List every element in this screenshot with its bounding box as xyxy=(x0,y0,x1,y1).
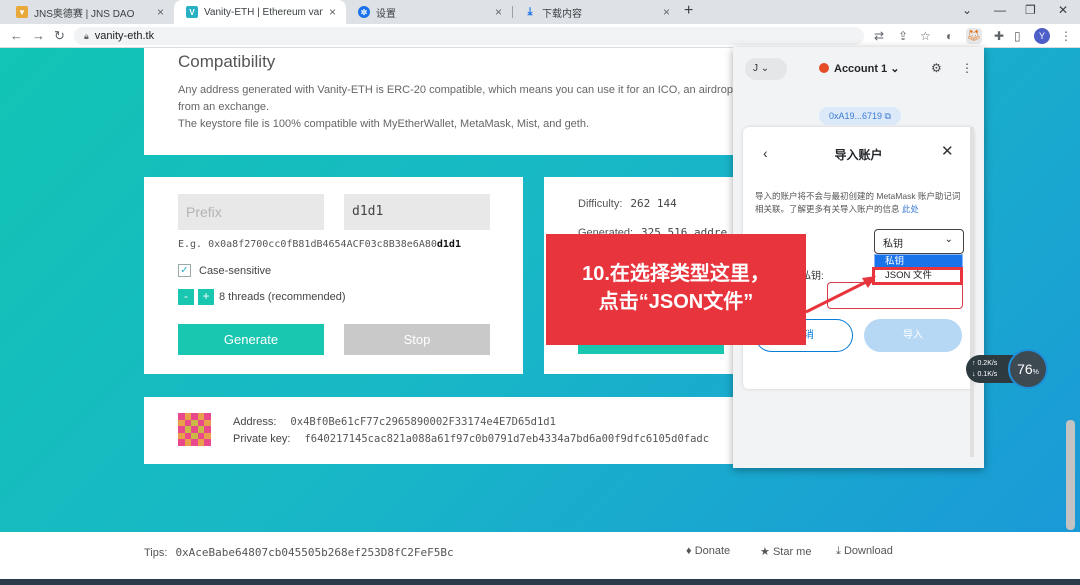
back-icon[interactable]: ← xyxy=(10,28,23,43)
side-panel-icon[interactable]: ▯ xyxy=(1014,29,1021,43)
star-link[interactable]: ★ Star me xyxy=(760,545,811,558)
close-window-icon[interactable]: ✕ xyxy=(1058,3,1068,17)
result-address: Address: 0x4Bf0Be61cF77c2965890002F33174e… xyxy=(233,416,556,428)
more-menu-icon[interactable]: ⋮ xyxy=(1060,29,1072,43)
download-icon: ⤓ xyxy=(527,5,533,18)
case-sensitive-label: Case-sensitive xyxy=(199,265,272,277)
memory-percent: 76% xyxy=(1008,349,1048,389)
tab-jns[interactable]: ▼ JNS奥德赛 | JNS DAO × xyxy=(4,0,174,24)
download-icon: ⤓ xyxy=(836,545,841,557)
avatar[interactable]: Y xyxy=(1034,28,1050,44)
footer: Tips: 0xAceBabe64807cb045505b268ef253D8fC… xyxy=(0,532,1080,579)
star-icon: ★ xyxy=(760,546,770,558)
generator-card: Prefix d1d1 E.g. 0x0a8f2700cc0fB81dB4654… xyxy=(144,177,523,374)
minimize-icon[interactable]: — xyxy=(994,3,1006,17)
close-icon[interactable]: × xyxy=(663,5,670,19)
generate-button[interactable]: Generate xyxy=(178,324,324,355)
download-link[interactable]: ⤓ Download xyxy=(836,545,893,558)
translate-icon[interactable]: ⇄ xyxy=(874,29,884,43)
example-address: E.g. 0x0a8f2700cc0fB81dB4654ACF03c8B38e6… xyxy=(178,239,461,250)
ethereum-icon: ♦ xyxy=(686,545,692,557)
tab-bar: ▼ JNS奥德赛 | JNS DAO × V Vanity-ETH | Ethe… xyxy=(0,0,1080,24)
tab-label: 设置 xyxy=(376,8,396,20)
result-private-key: Private key: f640217145cac821a088a61f97c0… xyxy=(233,433,710,445)
jns-favicon-icon: ▼ xyxy=(16,6,28,18)
arrow-icon xyxy=(805,276,876,314)
restore-icon[interactable]: ❐ xyxy=(1025,3,1036,17)
tutorial-callout: 10.在选择类型这里， 点击“JSON文件” xyxy=(546,234,806,345)
lock-icon[interactable]: 🔒︎ xyxy=(84,31,89,42)
close-icon[interactable]: × xyxy=(329,5,336,19)
tab-label: JNS奥德赛 | JNS DAO xyxy=(34,8,135,20)
network-speed-widget[interactable]: ↑ 0.2K/s ↓ 0.1K/s 76% xyxy=(966,349,1048,389)
metamask-header: J ⌄ Account 1 ⌄ ⚙ ⋮ xyxy=(733,47,984,89)
puzzle-icon[interactable]: ✚ xyxy=(994,29,1004,43)
chevron-down-icon: ⌄ xyxy=(944,234,953,245)
new-tab-icon[interactable]: + xyxy=(684,2,693,20)
tab-settings[interactable]: ✲ 设置 × xyxy=(346,0,512,24)
stop-button[interactable]: Stop xyxy=(344,324,490,355)
prefix-input[interactable]: Prefix xyxy=(178,194,324,230)
forward-icon[interactable]: → xyxy=(32,28,45,43)
vanity-favicon-icon: V xyxy=(186,6,198,18)
reload-icon[interactable]: ↻ xyxy=(54,28,65,44)
connected-sites-icon[interactable]: ⚙ xyxy=(931,61,942,75)
gear-icon: ✲ xyxy=(358,6,370,18)
star-icon[interactable]: ☆ xyxy=(920,29,931,43)
import-type-select[interactable]: 私钥 ⌄ xyxy=(874,229,964,254)
suffix-input[interactable]: d1d1 xyxy=(344,194,490,230)
modal-title: 导入账户 xyxy=(834,148,883,162)
account-avatar-icon xyxy=(819,63,829,73)
scrollbar[interactable] xyxy=(970,127,974,457)
close-icon[interactable]: ✕ xyxy=(941,142,954,160)
import-button[interactable]: 导入 xyxy=(864,319,962,352)
extension-icon[interactable]: ◐ xyxy=(946,29,953,43)
donate-link[interactable]: ♦ Donate xyxy=(686,545,730,557)
case-sensitive-checkbox[interactable]: ✓ xyxy=(178,264,191,277)
threads-plus-button[interactable]: + xyxy=(198,289,214,305)
metamask-fox-icon[interactable]: 🦊︎ xyxy=(966,28,982,44)
tab-vanity-eth[interactable]: V Vanity-ETH | Ethereum vanity a × xyxy=(174,0,346,24)
account-address[interactable]: 0xA19...6719 ⧉ xyxy=(819,107,901,125)
share-icon[interactable]: ⇪ xyxy=(898,29,908,43)
tab-label: Vanity-ETH | Ethereum vanity a xyxy=(204,6,323,18)
address-bar[interactable]: 🔒︎ vanity-eth.tk xyxy=(74,27,864,45)
import-info: 导入的账户将不会与最初创建的 MetaMask 账户助记词相关联。了解更多有关导… xyxy=(755,191,961,214)
identicon xyxy=(178,413,211,446)
tab-label: 下载内容 xyxy=(542,8,582,20)
chevron-down-icon[interactable]: ⌄ xyxy=(962,3,972,17)
difficulty-stat: Difficulty: 262 144 xyxy=(578,197,677,210)
callout-line: 点击“JSON文件” xyxy=(598,291,754,313)
toolbar: ← → ↻ 🔒︎ vanity-eth.tk ⇄ ⇪ ☆ ◐ ✚ ▯ ⋮ xyxy=(0,24,1080,48)
tab-downloads[interactable]: ⤓ 下载内容 × xyxy=(512,0,680,24)
taskbar-strip xyxy=(0,579,1080,585)
network-selector[interactable]: J ⌄ xyxy=(745,58,787,80)
callout-line: 10.在选择类型这里， xyxy=(582,263,770,285)
threads-label: 8 threads (recommended) xyxy=(219,291,346,303)
learn-more-link[interactable]: 此处 xyxy=(902,204,919,214)
tips: Tips: 0xAceBabe64807cb045505b268ef253D8fC… xyxy=(144,546,454,559)
close-icon[interactable]: × xyxy=(157,5,164,19)
scrollbar[interactable] xyxy=(1066,420,1075,530)
close-icon[interactable]: × xyxy=(495,5,502,19)
account-selector[interactable]: Account 1 ⌄ xyxy=(819,62,899,75)
url-text: vanity-eth.tk xyxy=(94,30,155,42)
threads-minus-button[interactable]: - xyxy=(178,289,194,305)
more-menu-icon[interactable]: ⋮ xyxy=(961,61,973,75)
